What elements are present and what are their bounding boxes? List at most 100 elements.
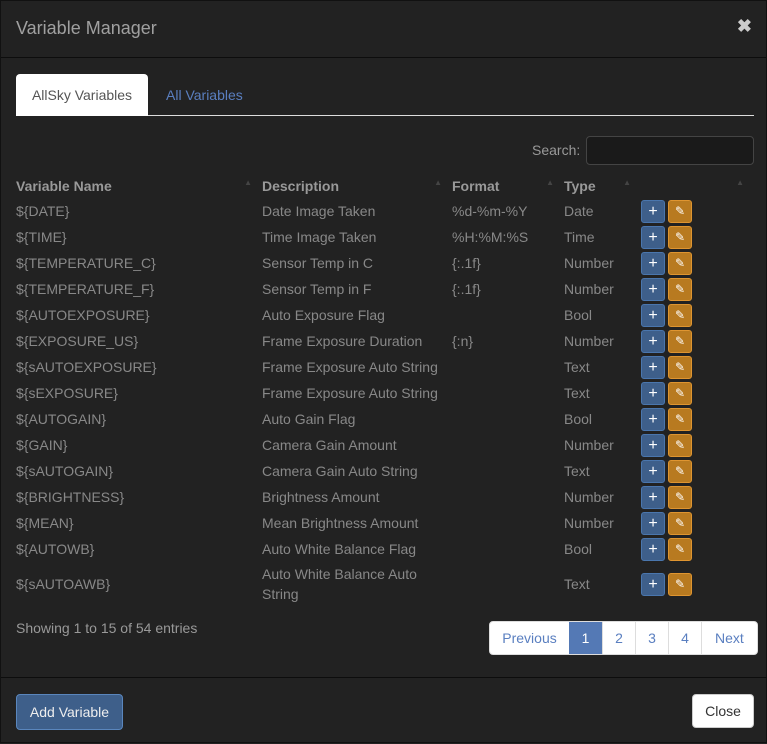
edit-variable-button[interactable]: ✎ — [668, 459, 692, 483]
cell-type: Text — [564, 576, 590, 592]
add-variable-row-button[interactable]: + — [641, 355, 665, 379]
add-variable-row-button[interactable]: + — [641, 537, 665, 561]
column-label: Type — [564, 178, 596, 194]
column-label: Description — [262, 178, 340, 194]
cell-actions: + ✎ — [641, 432, 754, 458]
edit-variable-button[interactable]: ✎ — [668, 381, 692, 405]
add-variable-row-button[interactable]: + — [641, 572, 665, 596]
add-variable-row-button[interactable]: + — [641, 303, 665, 327]
cell-type: Time — [564, 229, 595, 245]
edit-icon: ✎ — [674, 385, 686, 400]
edit-variable-button[interactable]: ✎ — [668, 303, 692, 327]
page-2-button[interactable]: 2 — [602, 622, 635, 654]
edit-variable-button[interactable]: ✎ — [668, 251, 692, 275]
cell-type: Text — [564, 359, 590, 375]
cell-description: Auto White Balance Auto String — [262, 566, 417, 602]
cell-format — [452, 536, 564, 562]
table-row: ${EXPOSURE_US} Frame Exposure Duration {:n… — [16, 328, 754, 354]
add-variable-row-button[interactable]: + — [641, 433, 665, 457]
add-variable-row-button[interactable]: + — [641, 251, 665, 275]
cell-variable-name: ${EXPOSURE_US} — [16, 333, 139, 349]
plus-icon: + — [648, 540, 658, 558]
cell-type: Number — [564, 255, 614, 271]
cell-format — [452, 510, 564, 536]
edit-variable-button[interactable]: ✎ — [668, 329, 692, 353]
close-icon[interactable]: ✖ — [737, 16, 752, 37]
column-header-actions[interactable]: ▲ — [641, 174, 754, 198]
edit-variable-button[interactable]: ✎ — [668, 355, 692, 379]
column-header-format[interactable]: Format ▲ — [452, 174, 564, 198]
add-variable-row-button[interactable]: + — [641, 485, 665, 509]
cell-variable-name: ${MEAN} — [16, 515, 74, 531]
edit-icon: ✎ — [674, 437, 686, 452]
edit-variable-button[interactable]: ✎ — [668, 485, 692, 509]
table-info: Showing 1 to 15 of 54 entries — [16, 620, 198, 636]
table-row: ${MEAN} Mean Brightness Amount Number + ✎ — [16, 510, 754, 536]
add-variable-button[interactable]: Add Variable — [16, 694, 123, 730]
cell-description: Mean Brightness Amount — [262, 515, 419, 531]
cell-variable-name: ${AUTOGAIN} — [16, 411, 107, 427]
table-row: ${DATE} Date Image Taken %d-%m-%Y Date + ✎ — [16, 198, 754, 224]
cell-type: Bool — [564, 411, 593, 427]
edit-icon: ✎ — [674, 229, 686, 244]
add-variable-row-button[interactable]: + — [641, 511, 665, 535]
cell-format — [452, 432, 564, 458]
plus-icon: + — [648, 202, 658, 220]
edit-variable-button[interactable]: ✎ — [668, 225, 692, 249]
add-variable-row-button[interactable]: + — [641, 381, 665, 405]
add-variable-row-button[interactable]: + — [641, 407, 665, 431]
edit-variable-button[interactable]: ✎ — [668, 572, 692, 596]
cell-format — [452, 302, 564, 328]
cell-format: %H:%M:%S — [452, 229, 529, 245]
cell-description: Auto Exposure Flag — [262, 307, 385, 323]
column-header-variable-name[interactable]: Variable Name ▲ — [16, 174, 262, 198]
cell-format: {:.1f} — [452, 281, 481, 297]
column-header-description[interactable]: Description ▲ — [262, 174, 452, 198]
add-variable-row-button[interactable]: + — [641, 225, 665, 249]
cell-variable-name: ${sEXPOSURE} — [16, 385, 118, 401]
cell-variable-name: ${TEMPERATURE_C} — [16, 255, 156, 271]
cell-actions: + ✎ — [641, 250, 754, 276]
edit-icon: ✎ — [674, 463, 686, 478]
add-variable-row-button[interactable]: + — [641, 199, 665, 223]
add-variable-row-button[interactable]: + — [641, 277, 665, 301]
table-row: ${TEMPERATURE_C} Sensor Temp in C {:.1f} Nu… — [16, 250, 754, 276]
tab-all-variables[interactable]: All Variables — [150, 74, 259, 116]
cell-variable-name: ${BRIGHTNESS} — [16, 489, 125, 505]
edit-icon: ✎ — [674, 576, 686, 591]
add-variable-row-button[interactable]: + — [641, 329, 665, 353]
tab-allsky-variables[interactable]: AllSky Variables — [16, 74, 148, 116]
page-3-button[interactable]: 3 — [635, 622, 668, 654]
search-input[interactable] — [586, 136, 754, 165]
close-button[interactable]: Close — [692, 694, 754, 728]
edit-variable-button[interactable]: ✎ — [668, 199, 692, 223]
edit-icon: ✎ — [674, 333, 686, 348]
cell-actions: + ✎ — [641, 458, 754, 484]
edit-variable-button[interactable]: ✎ — [668, 433, 692, 457]
plus-icon: + — [648, 575, 658, 593]
cell-type: Number — [564, 437, 614, 453]
page-4-button[interactable]: 4 — [668, 622, 701, 654]
cell-actions: + ✎ — [641, 484, 754, 510]
edit-icon: ✎ — [674, 203, 686, 218]
column-header-type[interactable]: Type ▲ — [564, 174, 641, 198]
next-button[interactable]: Next — [701, 622, 757, 654]
cell-type: Number — [564, 333, 614, 349]
plus-icon: + — [648, 384, 658, 402]
page-1-button[interactable]: 1 — [569, 622, 602, 654]
edit-variable-button[interactable]: ✎ — [668, 511, 692, 535]
plus-icon: + — [648, 462, 658, 480]
table-row: ${AUTOGAIN} Auto Gain Flag Bool + ✎ — [16, 406, 754, 432]
cell-variable-name: ${GAIN} — [16, 437, 68, 453]
previous-button[interactable]: Previous — [490, 622, 569, 654]
edit-variable-button[interactable]: ✎ — [668, 537, 692, 561]
cell-description: Time Image Taken — [262, 229, 377, 245]
cell-type: Number — [564, 489, 614, 505]
edit-variable-button[interactable]: ✎ — [668, 407, 692, 431]
table-row: ${sAUTOGAIN} Camera Gain Auto String Text +… — [16, 458, 754, 484]
cell-type: Number — [564, 281, 614, 297]
cell-format — [452, 458, 564, 484]
cell-description: Camera Gain Auto String — [262, 463, 418, 479]
edit-variable-button[interactable]: ✎ — [668, 277, 692, 301]
add-variable-row-button[interactable]: + — [641, 459, 665, 483]
